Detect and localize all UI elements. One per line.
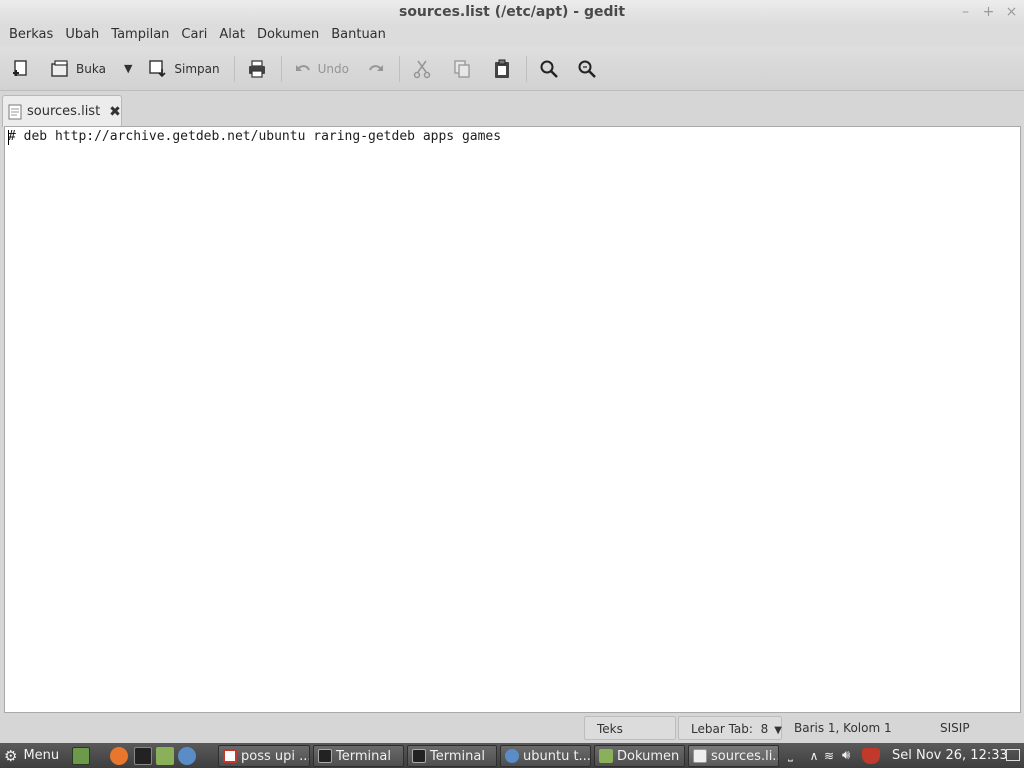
undo-icon — [295, 64, 310, 71]
menu-cari[interactable]: Cari — [175, 25, 213, 47]
menu-dokumen[interactable]: Dokumen — [251, 25, 325, 47]
save-label: Simpan — [174, 61, 220, 76]
terminal-window-icon — [318, 749, 332, 763]
taskbar-item[interactable]: Dokumen — [594, 745, 685, 767]
open-label: Buka — [76, 61, 106, 76]
volume-icon[interactable]: 🔊︎ — [842, 748, 862, 763]
new-document-button[interactable] — [6, 53, 34, 85]
open-folder-icon — [51, 59, 68, 77]
keyboard-icon[interactable]: ⎵ — [788, 748, 804, 763]
dropdown-arrow-icon: ▼ — [123, 62, 133, 75]
dropdown-arrow-icon: ▼ — [774, 725, 782, 736]
find-button[interactable] — [535, 53, 563, 85]
task-label: sources.li... — [711, 748, 779, 764]
copy-icon — [454, 59, 470, 78]
start-menu-button[interactable]: ⚙ Menu — [4, 743, 59, 768]
search-icon — [540, 60, 558, 78]
text-document-icon — [8, 104, 22, 119]
new-document-icon — [13, 59, 27, 76]
recent-files-dropdown[interactable]: ▼ — [120, 53, 136, 85]
insert-mode: SISIP — [940, 721, 970, 735]
status-bar: Teks Polos▼ Lebar Tab: 8 ▼ Baris 1, Kolom… — [0, 713, 1024, 760]
start-menu-label: Menu — [23, 748, 60, 763]
taskbar-item[interactable]: ubuntu t... — [500, 745, 591, 767]
language-selector[interactable]: Teks Polos▼ — [584, 716, 676, 760]
tab-width-selector[interactable]: Lebar Tab: 8 ▼ — [678, 716, 782, 740]
taskbar-panel: ⚙ Menu poss upi ... Terminal Terminal ub… — [0, 743, 1024, 768]
menu-ubah[interactable]: Ubah — [59, 25, 105, 47]
tab-width-label: Lebar Tab: 8 — [691, 722, 769, 736]
menu-berkas[interactable]: Berkas — [3, 25, 59, 47]
taskbar-item[interactable]: Terminal — [313, 745, 404, 767]
save-button[interactable]: Simpan — [144, 53, 223, 85]
task-label: Dokumen — [617, 748, 680, 764]
cut-icon — [413, 60, 431, 78]
close-button[interactable]: × — [1005, 3, 1018, 21]
minimize-button[interactable]: – — [959, 3, 972, 21]
editor-line-1[interactable]: # deb http://archive.getdeb.net/ubuntu r… — [8, 129, 501, 144]
find-replace-button[interactable] — [573, 53, 601, 85]
menu-tampilan[interactable]: Tampilan — [105, 25, 175, 47]
open-button[interactable]: Buka — [46, 53, 110, 85]
taskbar-item[interactable]: poss upi ... — [218, 745, 310, 767]
toolbar-separator — [233, 55, 235, 82]
text-editor-window-icon — [693, 749, 707, 763]
maximize-button[interactable]: + — [982, 3, 995, 21]
files-launcher-icon[interactable] — [156, 747, 174, 765]
clock[interactable]: Sel Nov 26, 12:33 — [892, 743, 1008, 768]
taskbar-item[interactable]: Terminal — [407, 745, 497, 767]
text-cursor — [8, 130, 9, 145]
task-label: Terminal — [430, 748, 485, 764]
toolbar-separator — [398, 55, 400, 82]
undo-label: Undo — [317, 61, 349, 76]
task-label: poss upi ... — [241, 748, 310, 764]
firefox-launcher-icon[interactable] — [110, 747, 128, 765]
tray-expand-icon[interactable]: ∧ — [804, 749, 824, 763]
chromium-launcher-icon[interactable] — [178, 747, 196, 765]
terminal-window-icon — [412, 749, 426, 763]
task-label: Terminal — [336, 748, 391, 764]
paste-button[interactable] — [488, 53, 516, 85]
text-editor[interactable]: # deb http://archive.getdeb.net/ubuntu r… — [4, 126, 1021, 713]
undo-button[interactable]: Undo — [290, 53, 353, 85]
print-icon — [248, 59, 265, 78]
copy-button[interactable] — [448, 53, 476, 85]
window-title: sources.list (/etc/apt) - gedit — [398, 4, 626, 20]
show-desktop-icon[interactable] — [72, 747, 90, 765]
update-shield-icon[interactable] — [862, 747, 880, 764]
chromium-window-icon — [505, 749, 519, 763]
redo-button[interactable] — [363, 53, 389, 85]
tab-label: sources.list — [27, 104, 101, 119]
redo-icon — [369, 64, 383, 71]
title-bar: sources.list (/etc/apt) - gedit – + × — [0, 0, 1024, 25]
paste-icon — [494, 59, 509, 78]
toolbar-separator — [525, 55, 527, 82]
terminal-launcher-icon[interactable] — [134, 747, 152, 765]
toolbar: Buka ▼ Simpan Undo — [0, 47, 1024, 91]
search-replace-icon — [578, 60, 596, 78]
tab-sources-list[interactable]: sources.list ✖ — [2, 95, 122, 127]
toolbar-separator — [280, 55, 282, 82]
taskbar-item-active[interactable]: sources.li... — [688, 745, 779, 767]
network-icon[interactable]: ≋ — [824, 749, 842, 763]
menu-gear-icon: ⚙ — [4, 746, 18, 765]
cut-button[interactable] — [408, 53, 436, 85]
menu-bantuan[interactable]: Bantuan — [325, 25, 392, 47]
show-desktop-tray-icon[interactable] — [1006, 749, 1020, 761]
menu-alat[interactable]: Alat — [213, 25, 251, 47]
save-icon — [149, 59, 166, 77]
tab-bar: sources.list ✖ — [0, 91, 1024, 127]
system-tray: ⎵ ∧ ≋ 🔊︎ — [788, 743, 880, 768]
task-label: ubuntu t... — [523, 748, 591, 764]
window-controls: – + × — [959, 3, 1018, 21]
tab-close-icon[interactable]: ✖ — [109, 104, 121, 120]
folder-window-icon — [599, 749, 613, 763]
menu-bar: Berkas Ubah Tampilan Cari Alat Dokumen B… — [0, 25, 1024, 47]
print-button[interactable] — [243, 53, 271, 85]
cursor-position: Baris 1, Kolom 1 — [794, 721, 892, 735]
browser-window-icon — [223, 749, 237, 763]
